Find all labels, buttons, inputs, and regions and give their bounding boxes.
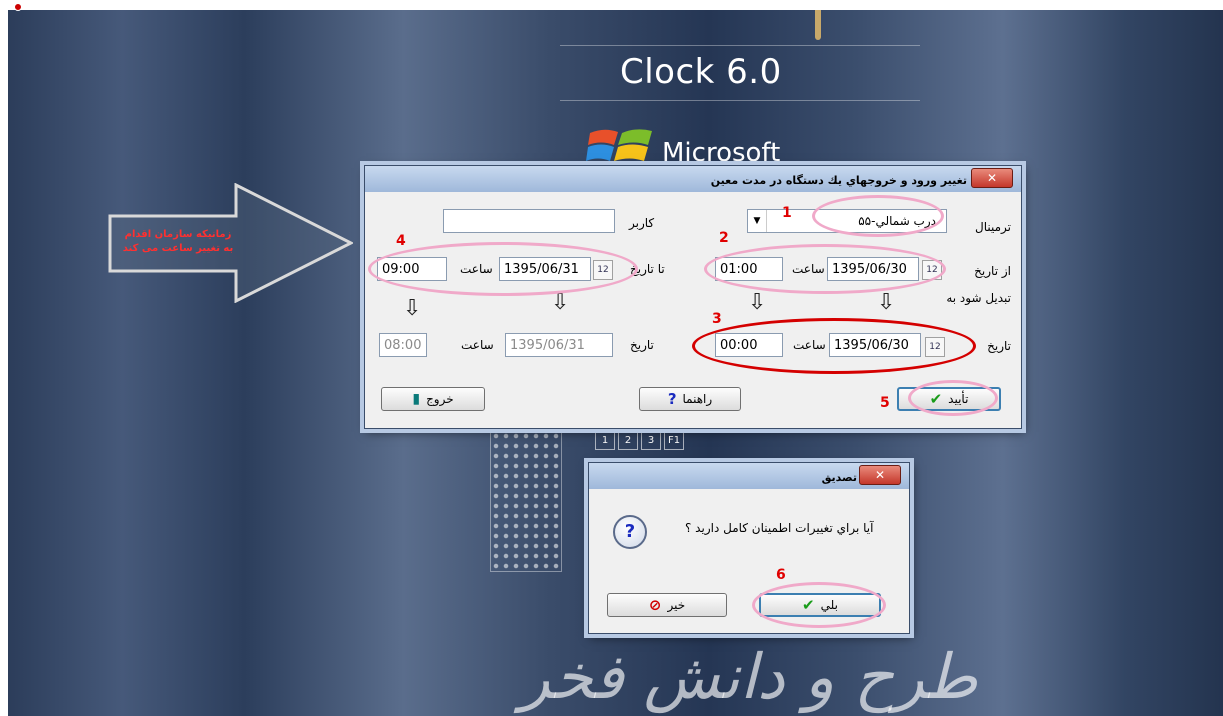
from-date-label: از تاريخ [974,264,1011,278]
down-arrow-icon: ⇩ [403,296,422,321]
keypad-keys: 1 2 3 F1 [595,432,684,450]
down-arrow-icon: ⇩ [551,290,570,315]
new-to-time-label: ساعت [461,338,494,352]
app-title: Clock 6.0 [620,52,782,92]
close-button[interactable]: ✕ [859,465,901,485]
door-icon: ▮ [412,391,421,407]
no-button[interactable]: ⊘ خير [607,593,727,617]
step-marker: 2 [719,230,729,246]
divider [560,45,920,46]
step-marker: 3 [712,311,722,327]
no-label: خير [667,598,686,612]
app-icon [14,3,22,11]
user-label: كاربر [629,216,655,230]
divider [560,100,920,101]
chevron-down-icon[interactable]: ▼ [748,210,767,232]
annotation-text: زمانیکه سازمان اقدام به تغییر ساعت می کن… [122,229,234,254]
key: 1 [595,432,615,450]
new-to-date-label: تاريخ [630,338,654,352]
keypad-graphic [490,430,562,572]
highlight-terminal [812,195,944,237]
user-field[interactable] [443,209,615,233]
help-label: راهنما [682,392,713,406]
question-icon: ? [613,515,647,549]
exit-button[interactable]: ▮ خروج [381,387,485,411]
close-button[interactable]: ✕ [971,168,1013,188]
left-edge [0,0,8,716]
step-marker: 6 [776,567,786,583]
step-marker: 4 [396,233,406,249]
pen-icon [815,10,821,40]
down-arrow-icon: ⇩ [877,290,896,315]
highlight-yes [752,582,886,628]
windows-logo-icon [586,129,652,161]
highlight-to [368,242,638,296]
terminal-label: ترمينال [974,220,1011,234]
key: 2 [618,432,638,450]
key: F1 [664,432,684,450]
new-to-time-field: 08:00 [379,333,427,357]
change-to-label: تبديل شود به [946,291,1011,305]
highlight-new-from [692,318,976,374]
brand-name: Microsoft [662,138,781,168]
confirm-message: آيا براي تغييرات اطمينان كامل داريد ؟ [685,521,874,535]
highlight-confirm [908,380,998,416]
exit-label: خروج [426,392,454,406]
step-marker: 5 [880,395,890,411]
down-arrow-icon: ⇩ [748,290,767,315]
calligraphy-logo: طرح و دانش فخر [520,640,978,713]
key: 3 [641,432,661,450]
new-date-label: تاريخ [987,339,1011,353]
dialog-title: تغيير ورود و خروجهاي يك دستگاه در مدت مع… [710,174,967,187]
highlight-from [704,244,946,294]
help-icon: ? [667,390,677,408]
new-to-date-field: 1395/06/31 [505,333,613,357]
confirm-title: تصديق [821,471,857,484]
step-marker: 1 [782,205,792,221]
forbidden-icon: ⊘ [648,596,662,614]
help-button[interactable]: ? راهنما [639,387,741,411]
top-edge [0,0,1223,10]
